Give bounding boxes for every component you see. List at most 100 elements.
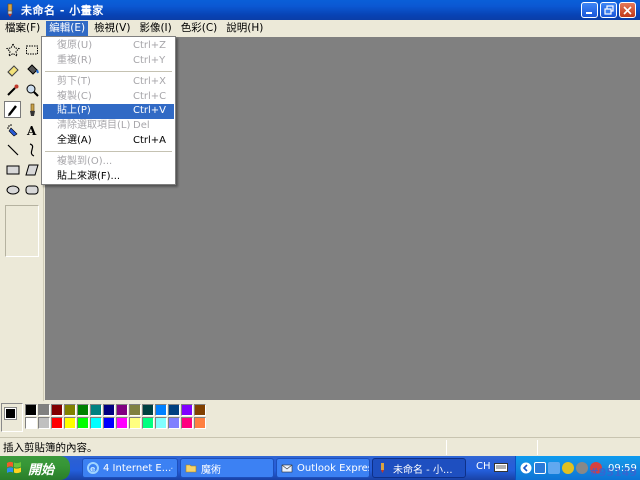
magnifier-tool[interactable] [23,81,40,98]
start-label: 開始 [28,462,55,478]
color-swatch[interactable] [38,417,50,429]
color-swatch[interactable] [25,404,37,416]
status-divider [537,439,538,455]
current-colors-box[interactable] [1,403,23,432]
fill-tool[interactable] [23,61,40,78]
rect-select-tool[interactable] [23,41,40,58]
color-swatch[interactable] [25,417,37,429]
color-swatch[interactable] [116,417,128,429]
menu-item-copy[interactable]: 複製(C) Ctrl+C [43,90,174,105]
color-swatch[interactable] [142,417,154,429]
svg-text:A: A [26,124,37,137]
language-indicator[interactable]: CH [476,461,491,472]
brush-tool[interactable] [23,101,40,118]
color-swatch[interactable] [90,404,102,416]
tool-options-box[interactable] [5,205,39,257]
status-divider [446,439,447,455]
menu-item-shortcut: Ctrl+V [133,105,167,117]
color-swatch[interactable] [168,404,180,416]
rectangle-tool[interactable] [4,161,21,178]
window-title: 未命名 - 小畫家 [21,4,104,17]
color-swatch[interactable] [168,417,180,429]
menu-file[interactable]: 檔案(F) [2,21,43,36]
close-button[interactable] [619,2,636,18]
color-swatch[interactable] [155,417,167,429]
airbrush-tool[interactable] [4,121,21,138]
text-tool[interactable]: A [23,121,40,138]
color-swatch[interactable] [64,404,76,416]
color-swatch[interactable] [90,417,102,429]
title-bar[interactable]: 未命名 - 小畫家 [0,0,640,20]
menu-item-select-all[interactable]: 全選(A) Ctrl+A [43,134,174,149]
curve-tool[interactable] [23,141,40,158]
color-swatch[interactable] [116,404,128,416]
color-swatch[interactable] [103,404,115,416]
menu-separator [45,151,172,153]
color-swatch[interactable] [77,417,89,429]
color-swatch[interactable] [51,417,63,429]
color-swatch[interactable] [129,404,141,416]
pencil-tool[interactable] [4,101,21,118]
taskbar-item-label: 魔術 [201,464,221,476]
free-form-select-tool[interactable] [4,41,21,58]
polygon-tool[interactable] [23,161,40,178]
pick-color-tool[interactable] [4,81,21,98]
taskbar-item-internet-explorer[interactable]: e 4 Internet E... [82,458,178,478]
menu-help[interactable]: 說明(H) [223,21,266,36]
minimize-button[interactable] [581,2,598,18]
color-swatch[interactable] [64,417,76,429]
start-button[interactable]: 開始 [0,456,70,480]
watermark: #95149 [589,466,638,479]
color-swatch[interactable] [194,404,206,416]
menu-edit[interactable]: 編輯(E) [46,21,89,36]
color-swatch[interactable] [155,404,167,416]
menu-image[interactable]: 影像(I) [136,21,174,36]
monitor-icon[interactable] [548,462,560,474]
menu-colors[interactable]: 色彩(C) [178,21,221,36]
menu-item-label: 清除選取項目(L) [57,119,131,131]
maximize-button[interactable] [600,2,617,18]
network-icon[interactable] [534,462,546,474]
menu-separator [45,71,172,73]
volume-icon[interactable] [576,462,588,474]
star-select-icon [5,42,20,57]
brush-icon [29,103,35,116]
menu-item-undo[interactable]: 復原(U) Ctrl+Z [43,39,174,54]
menu-item-label: 重複(R) [57,54,92,66]
rounded-rectangle-tool[interactable] [23,181,40,198]
taskbar-item-outlook-express[interactable]: Outlook Express [276,458,370,478]
rect-select-icon [25,45,38,54]
menu-item-shortcut: Ctrl+Y [133,54,166,66]
keyboard-icon[interactable] [494,463,508,472]
close-icon [623,5,632,15]
menu-item-cut[interactable]: 剪下(T) Ctrl+X [43,75,174,90]
menu-item-label: 複製到(O)... [57,156,113,168]
color-swatch[interactable] [181,417,193,429]
menu-item-repeat[interactable]: 重複(R) Ctrl+Y [43,54,174,69]
menu-view[interactable]: 檢視(V) [91,21,133,36]
taskbar-item-label: Outlook Express [297,462,369,474]
color-swatch[interactable] [129,417,141,429]
ellipse-icon [6,185,19,194]
tray-expand-icon[interactable] [520,462,532,474]
taskbar-item-paint[interactable]: 未命名 - 小... [372,458,466,478]
security-icon[interactable] [562,462,574,474]
color-swatch[interactable] [77,404,89,416]
menu-item-clear-selection[interactable]: 清除選取項目(L) Del [43,119,174,134]
menu-item-shortcut: Del [133,119,150,131]
color-swatch[interactable] [181,404,193,416]
taskbar-item-label: 4 Internet E... [103,462,172,474]
line-tool[interactable] [4,141,21,158]
taskbar-item-folder[interactable]: 魔術 [180,458,274,478]
menu-item-paste-from[interactable]: 貼上來源(F)... [43,170,174,185]
color-swatch[interactable] [142,404,154,416]
menu-item-shortcut: Ctrl+Z [133,40,167,51]
menu-item-copy-to[interactable]: 複製到(O)... [43,155,174,170]
ellipse-tool[interactable] [4,181,21,198]
eraser-tool[interactable] [4,61,21,78]
menu-item-paste[interactable]: 貼上(P) Ctrl+V [43,104,174,119]
color-swatch[interactable] [194,417,206,429]
color-swatch[interactable] [103,417,115,429]
color-swatch[interactable] [38,404,50,416]
color-swatch[interactable] [51,404,63,416]
